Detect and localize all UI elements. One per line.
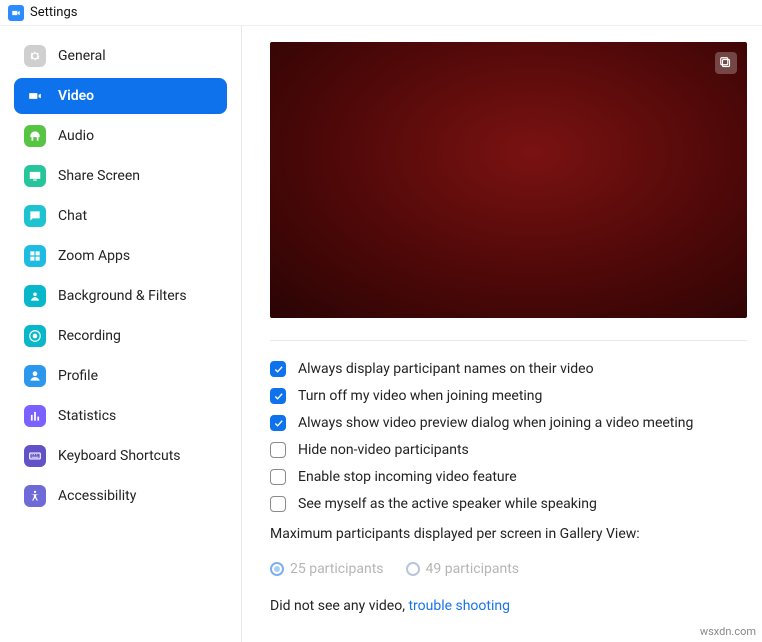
sidebar: General Video Audio Share Screen Chat Zo…: [0, 26, 242, 642]
option-label: Always display participant names on thei…: [298, 361, 594, 377]
keyboard-icon: [24, 445, 46, 467]
sidebar-item-zoom-apps[interactable]: Zoom Apps: [14, 238, 227, 274]
max-participants-label: Maximum participants displayed per scree…: [270, 526, 754, 542]
radio-label: 49 participants: [426, 561, 520, 577]
sidebar-label: Statistics: [58, 408, 116, 424]
radio-circle-icon: [270, 562, 284, 576]
sidebar-label: Recording: [58, 328, 121, 344]
statistics-icon: [24, 405, 46, 427]
chat-icon: [24, 205, 46, 227]
sidebar-label: Profile: [58, 368, 98, 384]
record-icon: [24, 325, 46, 347]
sidebar-item-profile[interactable]: Profile: [14, 358, 227, 394]
window-title: Settings: [30, 5, 77, 20]
radio-circle-icon: [406, 562, 420, 576]
video-options: Always display participant names on thei…: [270, 361, 754, 642]
radio-label: 25 participants: [290, 561, 384, 577]
option-video-preview-dialog[interactable]: Always show video preview dialog when jo…: [270, 415, 754, 431]
video-icon: [24, 85, 46, 107]
share-screen-icon: [24, 165, 46, 187]
sidebar-label: Share Screen: [58, 168, 140, 184]
sidebar-item-keyboard-shortcuts[interactable]: Keyboard Shortcuts: [14, 438, 227, 474]
sidebar-item-statistics[interactable]: Statistics: [14, 398, 227, 434]
sidebar-item-general[interactable]: General: [14, 38, 227, 74]
max-participants-radios: 25 participants 49 participants: [270, 561, 754, 577]
sidebar-item-share-screen[interactable]: Share Screen: [14, 158, 227, 194]
troubleshoot-link[interactable]: trouble shooting: [408, 598, 510, 614]
checkbox[interactable]: [270, 388, 286, 404]
sidebar-label: Audio: [58, 128, 94, 144]
troubleshoot-text: Did not see any video, trouble shooting: [270, 598, 754, 614]
sidebar-item-accessibility[interactable]: Accessibility: [14, 478, 227, 514]
option-label: Enable stop incoming video feature: [298, 469, 517, 485]
sidebar-label: Zoom Apps: [58, 248, 130, 264]
divider: [270, 340, 747, 341]
sidebar-label: Keyboard Shortcuts: [58, 448, 181, 464]
checkbox[interactable]: [270, 496, 286, 512]
sidebar-item-recording[interactable]: Recording: [14, 318, 227, 354]
sidebar-item-video[interactable]: Video: [14, 78, 227, 114]
sidebar-label: Accessibility: [58, 488, 136, 504]
option-turn-off-video[interactable]: Turn off my video when joining meeting: [270, 388, 754, 404]
titlebar: Settings: [0, 0, 762, 26]
headphones-icon: [24, 125, 46, 147]
checkbox[interactable]: [270, 469, 286, 485]
sidebar-label: Background & Filters: [58, 288, 187, 304]
option-hide-nonvideo[interactable]: Hide non-video participants: [270, 442, 754, 458]
helper-prefix: Did not see any video,: [270, 598, 408, 614]
app-icon: [8, 5, 24, 21]
sidebar-item-audio[interactable]: Audio: [14, 118, 227, 154]
gear-icon: [24, 45, 46, 67]
option-label: Turn off my video when joining meeting: [298, 388, 542, 404]
radio-25-participants[interactable]: 25 participants: [270, 561, 384, 577]
checkbox[interactable]: [270, 361, 286, 377]
rotate-camera-button[interactable]: [715, 52, 737, 74]
radio-49-participants[interactable]: 49 participants: [406, 561, 520, 577]
apps-icon: [24, 245, 46, 267]
accessibility-icon: [24, 485, 46, 507]
video-preview: [270, 42, 747, 318]
background-icon: [24, 285, 46, 307]
checkbox[interactable]: [270, 415, 286, 431]
option-stop-incoming-video[interactable]: Enable stop incoming video feature: [270, 469, 754, 485]
sidebar-label: Video: [58, 88, 94, 104]
content-panel: Always display participant names on thei…: [242, 26, 762, 642]
sidebar-label: General: [58, 48, 106, 64]
option-label: Hide non-video participants: [298, 442, 469, 458]
sidebar-item-background-filters[interactable]: Background & Filters: [14, 278, 227, 314]
option-label: See myself as the active speaker while s…: [298, 496, 597, 512]
sidebar-item-chat[interactable]: Chat: [14, 198, 227, 234]
checkbox[interactable]: [270, 442, 286, 458]
sidebar-label: Chat: [58, 208, 87, 224]
profile-icon: [24, 365, 46, 387]
option-active-speaker-self[interactable]: See myself as the active speaker while s…: [270, 496, 754, 512]
option-label: Always show video preview dialog when jo…: [298, 415, 693, 431]
watermark: wsxdn.com: [700, 625, 756, 638]
option-display-names[interactable]: Always display participant names on thei…: [270, 361, 754, 377]
